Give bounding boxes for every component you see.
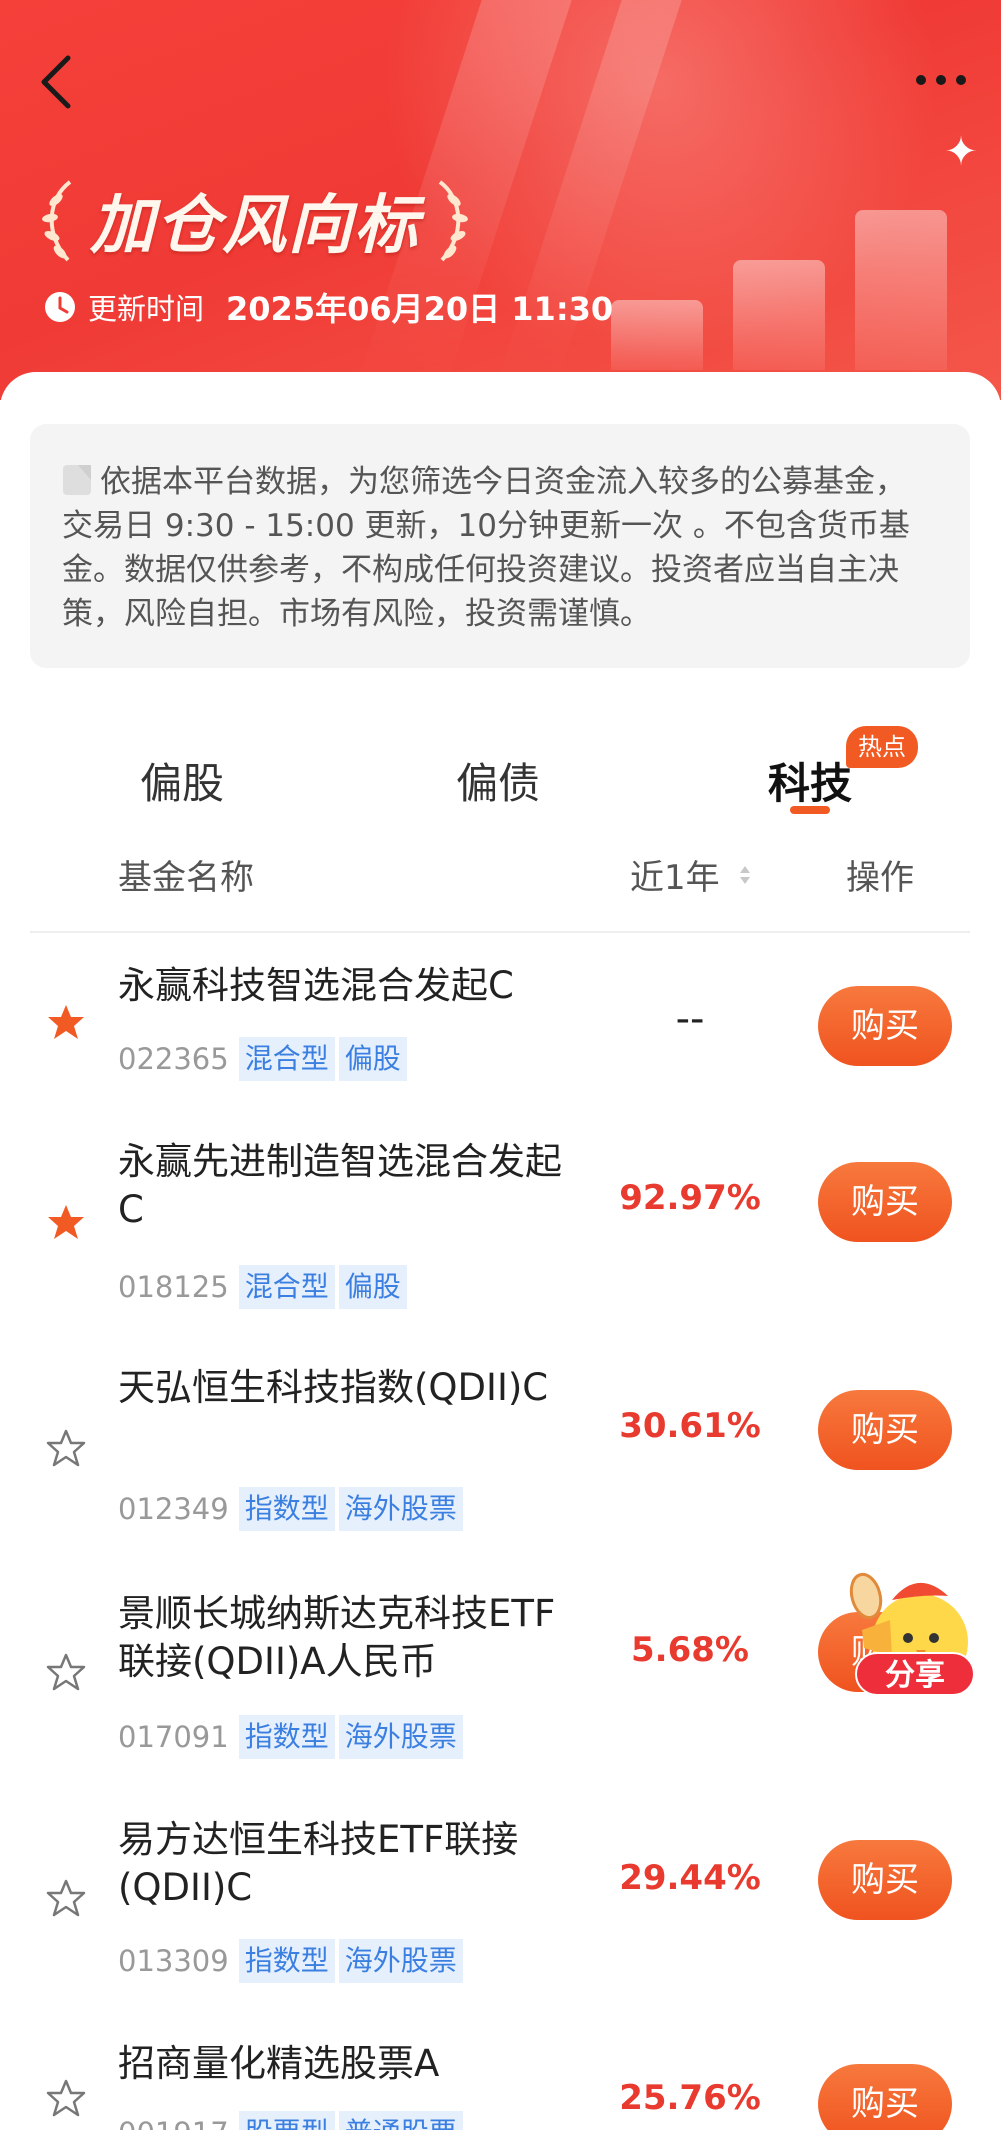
fund-name[interactable]: 永赢先进制造智选混合发起C (118, 1138, 578, 1234)
back-button[interactable] (36, 52, 80, 112)
fund-code: 012349 (118, 1492, 229, 1526)
page-title: 加仓风向标 (90, 188, 420, 263)
fund-style-tag: 海外股票 (338, 1939, 463, 1983)
active-tab-indicator (790, 806, 830, 814)
buy-button[interactable]: 购买 (818, 2064, 952, 2130)
fund-code: 013309 (118, 1944, 229, 1978)
fund-style-tag: 偏股 (338, 1265, 407, 1309)
header-divider (30, 931, 970, 933)
fund-name[interactable]: 天弘恒生科技指数(QDII)C (118, 1364, 578, 1412)
one-year-return: 25.76% (619, 2078, 761, 2118)
fund-style-tag: 海外股票 (338, 1715, 463, 1759)
star-outline-icon[interactable] (46, 1428, 86, 1468)
update-time: 2025年06月20日 11:30 (226, 290, 614, 328)
fund-type-tag: 指数型 (238, 1939, 335, 1983)
fund-type-tag: 指数型 (238, 1715, 335, 1759)
star-filled-icon[interactable] (46, 1002, 86, 1042)
disclaimer-notice: 依据本平台数据，为您筛选今日资金流入较多的公募基金，交易日 9:30 - 15:… (30, 424, 970, 668)
update-time-row: 更新时间 2025年06月20日 11:30 (44, 284, 613, 330)
fund-code: 018125 (118, 1270, 229, 1304)
sparkle-icon: ✦ (944, 129, 978, 175)
buy-button[interactable]: 购买 (818, 1162, 952, 1242)
fund-name[interactable]: 景顺长城纳斯达克科技ETF联接(QDII)A人民币 (118, 1590, 578, 1686)
hot-badge: 热点 (846, 726, 918, 768)
laurel-left-icon (42, 180, 72, 262)
tab-equity[interactable]: 偏股 (140, 750, 224, 811)
tab-bond[interactable]: 偏债 (456, 750, 540, 811)
header-bars-decoration (611, 150, 971, 370)
one-year-return: 5.68% (631, 1630, 749, 1670)
sort-icon[interactable] (738, 864, 752, 886)
star-outline-icon[interactable] (46, 1652, 86, 1692)
fund-type-tag: 股票型 (238, 2111, 335, 2130)
clock-icon (45, 292, 75, 322)
title-block: 加仓风向标 (34, 170, 476, 270)
column-header-action: 操作 (846, 858, 914, 898)
one-year-return: 92.97% (619, 1178, 761, 1218)
fund-code: 022365 (118, 1042, 229, 1076)
fund-meta: 017091 指数型 海外股票 (118, 1714, 467, 1760)
laurel-right-icon (438, 180, 468, 262)
fund-code: 017091 (118, 1720, 229, 1754)
tab-tech[interactable]: 科技 (768, 750, 852, 811)
document-icon (63, 465, 91, 495)
fund-type-tag: 混合型 (238, 1037, 335, 1081)
buy-button[interactable]: 购买 (818, 986, 952, 1066)
fund-meta: 012349 指数型 海外股票 (118, 1486, 467, 1532)
one-year-return: 29.44% (619, 1858, 761, 1898)
one-year-return: 30.61% (619, 1406, 761, 1446)
fund-type-tag: 混合型 (238, 1265, 335, 1309)
column-header-name: 基金名称 (118, 858, 254, 898)
update-label: 更新时间 (88, 292, 205, 326)
star-filled-icon[interactable] (46, 1202, 86, 1242)
more-button[interactable] (911, 62, 971, 98)
fund-type-tag: 指数型 (238, 1487, 335, 1531)
column-header-period[interactable]: 近1年 (630, 850, 720, 899)
fund-meta: 018125 混合型 偏股 (118, 1264, 411, 1310)
fund-style-tag: 海外股票 (338, 1487, 463, 1531)
fund-name[interactable]: 永赢科技智选混合发起C (118, 962, 578, 1010)
disclaimer-text: 依据本平台数据，为您筛选今日资金流入较多的公募基金，交易日 9:30 - 15:… (62, 464, 910, 632)
star-outline-icon[interactable] (46, 1878, 86, 1918)
buy-button[interactable]: 购买 (818, 1390, 952, 1470)
fund-meta: 022365 混合型 偏股 (118, 1036, 411, 1082)
chevron-left-icon (41, 55, 71, 109)
fund-code: 001917 (118, 2116, 229, 2130)
one-year-return: -- (675, 996, 705, 1042)
more-dots-icon (916, 75, 966, 85)
fund-meta: 001917 股票型 普通股票 (118, 2110, 467, 2130)
fund-meta: 013309 指数型 海外股票 (118, 1938, 467, 1984)
fund-style-tag: 偏股 (338, 1037, 407, 1081)
fund-name[interactable]: 易方达恒生科技ETF联接(QDII)C (118, 1816, 578, 1912)
share-button[interactable]: 分享 (855, 1652, 975, 1696)
star-outline-icon[interactable] (46, 2078, 86, 2118)
fund-style-tag: 普通股票 (338, 2111, 463, 2130)
fund-name[interactable]: 招商量化精选股票A (118, 2040, 578, 2088)
buy-button[interactable]: 购买 (818, 1840, 952, 1920)
